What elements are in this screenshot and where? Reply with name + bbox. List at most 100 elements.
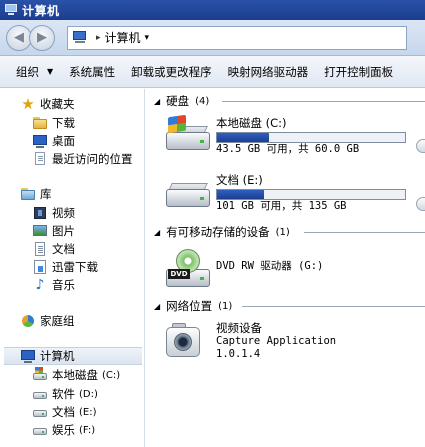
sidebar-item-label: 计算机 bbox=[40, 349, 75, 363]
system-properties-button[interactable]: 系统属性 bbox=[61, 60, 123, 84]
open-control-panel-button[interactable]: 打开控制面板 bbox=[316, 60, 401, 84]
picture-library-icon bbox=[32, 223, 48, 239]
collapse-triangle-icon: ◢ bbox=[154, 96, 161, 106]
organize-label: 组织 bbox=[16, 64, 39, 79]
map-network-drive-button[interactable]: 映射网络驱动器 bbox=[220, 60, 317, 84]
network-device-tile[interactable]: 视频设备 Capture Application 1.0.1.4 bbox=[162, 321, 362, 365]
dvd-drive-tile[interactable]: DVD DVD RW 驱动器 (G:) bbox=[162, 247, 362, 289]
sidebar-item-label: 迅雷下载 bbox=[52, 260, 98, 274]
sidebar-item-documents[interactable]: 文档 bbox=[32, 240, 75, 258]
dvd-drive-icon: DVD bbox=[162, 247, 212, 291]
sidebar-item-music[interactable]: ♪ 音乐 bbox=[32, 276, 75, 294]
computer-icon bbox=[20, 348, 36, 364]
sidebar-item-label: 文档 bbox=[52, 405, 75, 419]
navigation-pane[interactable]: ★ 收藏夹 下载 桌面 最近访问的位置 库 视频 图片 文档 迅雷下载 ♪ 音乐 bbox=[0, 89, 145, 447]
computer-icon bbox=[72, 31, 88, 44]
sidebar-item-label: 家庭组 bbox=[40, 314, 75, 328]
breadcrumb-computer[interactable]: 计算机 bbox=[105, 29, 141, 46]
sidebar-item-recent-places[interactable]: 最近访问的位置 bbox=[32, 150, 133, 168]
sidebar-item-videos[interactable]: 视频 bbox=[32, 204, 75, 222]
download-folder-icon bbox=[32, 115, 48, 131]
sidebar-item-pictures[interactable]: 图片 bbox=[32, 222, 75, 240]
sidebar-item-downloads[interactable]: 下载 bbox=[32, 114, 75, 132]
desktop-icon bbox=[32, 133, 48, 149]
scroll-hint-icon bbox=[416, 139, 425, 153]
capacity-bar bbox=[216, 132, 406, 143]
group-label: 网络位置 bbox=[166, 299, 213, 313]
drive-letter: (C:) bbox=[102, 369, 121, 381]
group-divider bbox=[222, 101, 425, 102]
sidebar-item-thunder-downloads[interactable]: 迅雷下载 bbox=[32, 258, 98, 276]
sidebar-item-label: 娱乐 bbox=[52, 423, 75, 437]
window-title: 计算机 bbox=[22, 3, 60, 18]
sidebar-item-libraries[interactable]: 库 bbox=[20, 185, 52, 203]
drive-icon bbox=[32, 386, 48, 402]
collapse-triangle-icon: ◢ bbox=[154, 227, 161, 237]
recent-places-icon bbox=[32, 151, 48, 167]
drive-icon bbox=[162, 173, 212, 217]
forward-arrow-icon: ▶ bbox=[37, 30, 47, 45]
group-divider bbox=[304, 232, 425, 233]
sidebar-item-label: 软件 bbox=[52, 387, 75, 401]
sidebar-item-desktop[interactable]: 桌面 bbox=[32, 132, 75, 150]
device-name: 视频设备 bbox=[216, 321, 262, 335]
sidebar-item-drive-c[interactable]: 本地磁盘 (C:) bbox=[32, 366, 120, 384]
sidebar-item-drive-d[interactable]: 软件 (D:) bbox=[32, 385, 98, 403]
drive-letter: (E:) bbox=[79, 406, 97, 418]
breadcrumb-dropdown-icon[interactable]: ▾ bbox=[145, 33, 150, 43]
uninstall-program-button[interactable]: 卸载或更改程序 bbox=[123, 60, 220, 84]
sidebar-item-label: 下载 bbox=[52, 116, 75, 130]
address-bar: ◀ ▶ ▸ 计算机 ▾ bbox=[0, 20, 425, 56]
sidebar-item-label: 桌面 bbox=[52, 134, 75, 148]
group-label: 有可移动存储的设备 bbox=[166, 225, 270, 239]
library-folder-icon bbox=[20, 186, 36, 202]
group-header-removable[interactable]: ◢ 有可移动存储的设备 (1) bbox=[154, 224, 290, 240]
collapse-triangle-icon: ◢ bbox=[154, 301, 161, 311]
group-count: (4) bbox=[195, 95, 210, 107]
group-count: (1) bbox=[218, 300, 233, 312]
computer-icon bbox=[4, 4, 18, 16]
device-description: Capture Application bbox=[216, 335, 337, 347]
system-drive-icon bbox=[32, 367, 48, 383]
sidebar-item-computer[interactable]: 计算机 bbox=[4, 347, 142, 365]
group-header-network[interactable]: ◢ 网络位置 (1) bbox=[154, 298, 232, 314]
drive-name: DVD RW 驱动器 (G:) bbox=[216, 260, 324, 272]
drive-icon bbox=[32, 404, 48, 420]
group-label: 硬盘 bbox=[166, 94, 190, 108]
music-note-icon: ♪ bbox=[35, 277, 45, 293]
drive-tile-c[interactable]: 本地磁盘 (C:) 43.5 GB 可用，共 60.0 GB bbox=[162, 114, 417, 160]
sidebar-item-label: 本地磁盘 bbox=[52, 368, 98, 382]
system-drive-icon bbox=[162, 114, 212, 160]
sidebar-item-label: 图片 bbox=[52, 224, 75, 238]
content-pane[interactable]: ◢ 硬盘 (4) 本地磁盘 (C:) 43.5 GB 可用，共 60.0 GB … bbox=[146, 89, 425, 447]
forward-button[interactable]: ▶ bbox=[29, 24, 55, 51]
sidebar-item-label: 最近访问的位置 bbox=[52, 152, 133, 166]
device-version: 1.0.1.4 bbox=[216, 348, 261, 360]
group-header-hard-drives[interactable]: ◢ 硬盘 (4) bbox=[154, 93, 209, 109]
drive-letter: (F:) bbox=[79, 424, 96, 436]
drive-name: 本地磁盘 (C:) bbox=[216, 116, 287, 130]
sidebar-item-drive-f[interactable]: 娱乐 (F:) bbox=[32, 421, 95, 439]
group-count: (1) bbox=[275, 226, 290, 238]
chevron-down-icon: ▼ bbox=[47, 67, 54, 76]
organize-button[interactable]: 组织 ▼ bbox=[0, 60, 61, 84]
sidebar-item-label: 收藏夹 bbox=[40, 97, 75, 111]
address-field[interactable]: ▸ 计算机 ▾ bbox=[67, 25, 407, 50]
star-icon: ★ bbox=[21, 95, 35, 113]
drive-tile-e[interactable]: 文档 (E:) 101 GB 可用，共 135 GB bbox=[162, 173, 417, 217]
camera-icon bbox=[162, 321, 212, 365]
drive-free-space: 43.5 GB 可用，共 60.0 GB bbox=[216, 143, 360, 155]
sidebar-item-homegroup[interactable]: 家庭组 bbox=[20, 312, 75, 330]
sidebar-item-drive-e[interactable]: 文档 (E:) bbox=[32, 403, 97, 421]
drive-name: 文档 (E:) bbox=[216, 173, 263, 187]
scroll-hint-icon bbox=[416, 197, 425, 211]
homegroup-icon bbox=[20, 313, 36, 329]
command-bar: 组织 ▼ 系统属性 卸载或更改程序 映射网络驱动器 打开控制面板 bbox=[0, 56, 425, 88]
sidebar-item-label: 音乐 bbox=[52, 278, 75, 292]
dvd-badge: DVD bbox=[168, 269, 190, 279]
sidebar-item-favorites[interactable]: ★ 收藏夹 bbox=[20, 95, 75, 113]
breadcrumb-separator[interactable]: ▸ bbox=[96, 33, 101, 43]
download-library-icon bbox=[32, 259, 48, 275]
drive-free-space: 101 GB 可用，共 135 GB bbox=[216, 200, 347, 212]
capacity-fill bbox=[217, 133, 269, 142]
